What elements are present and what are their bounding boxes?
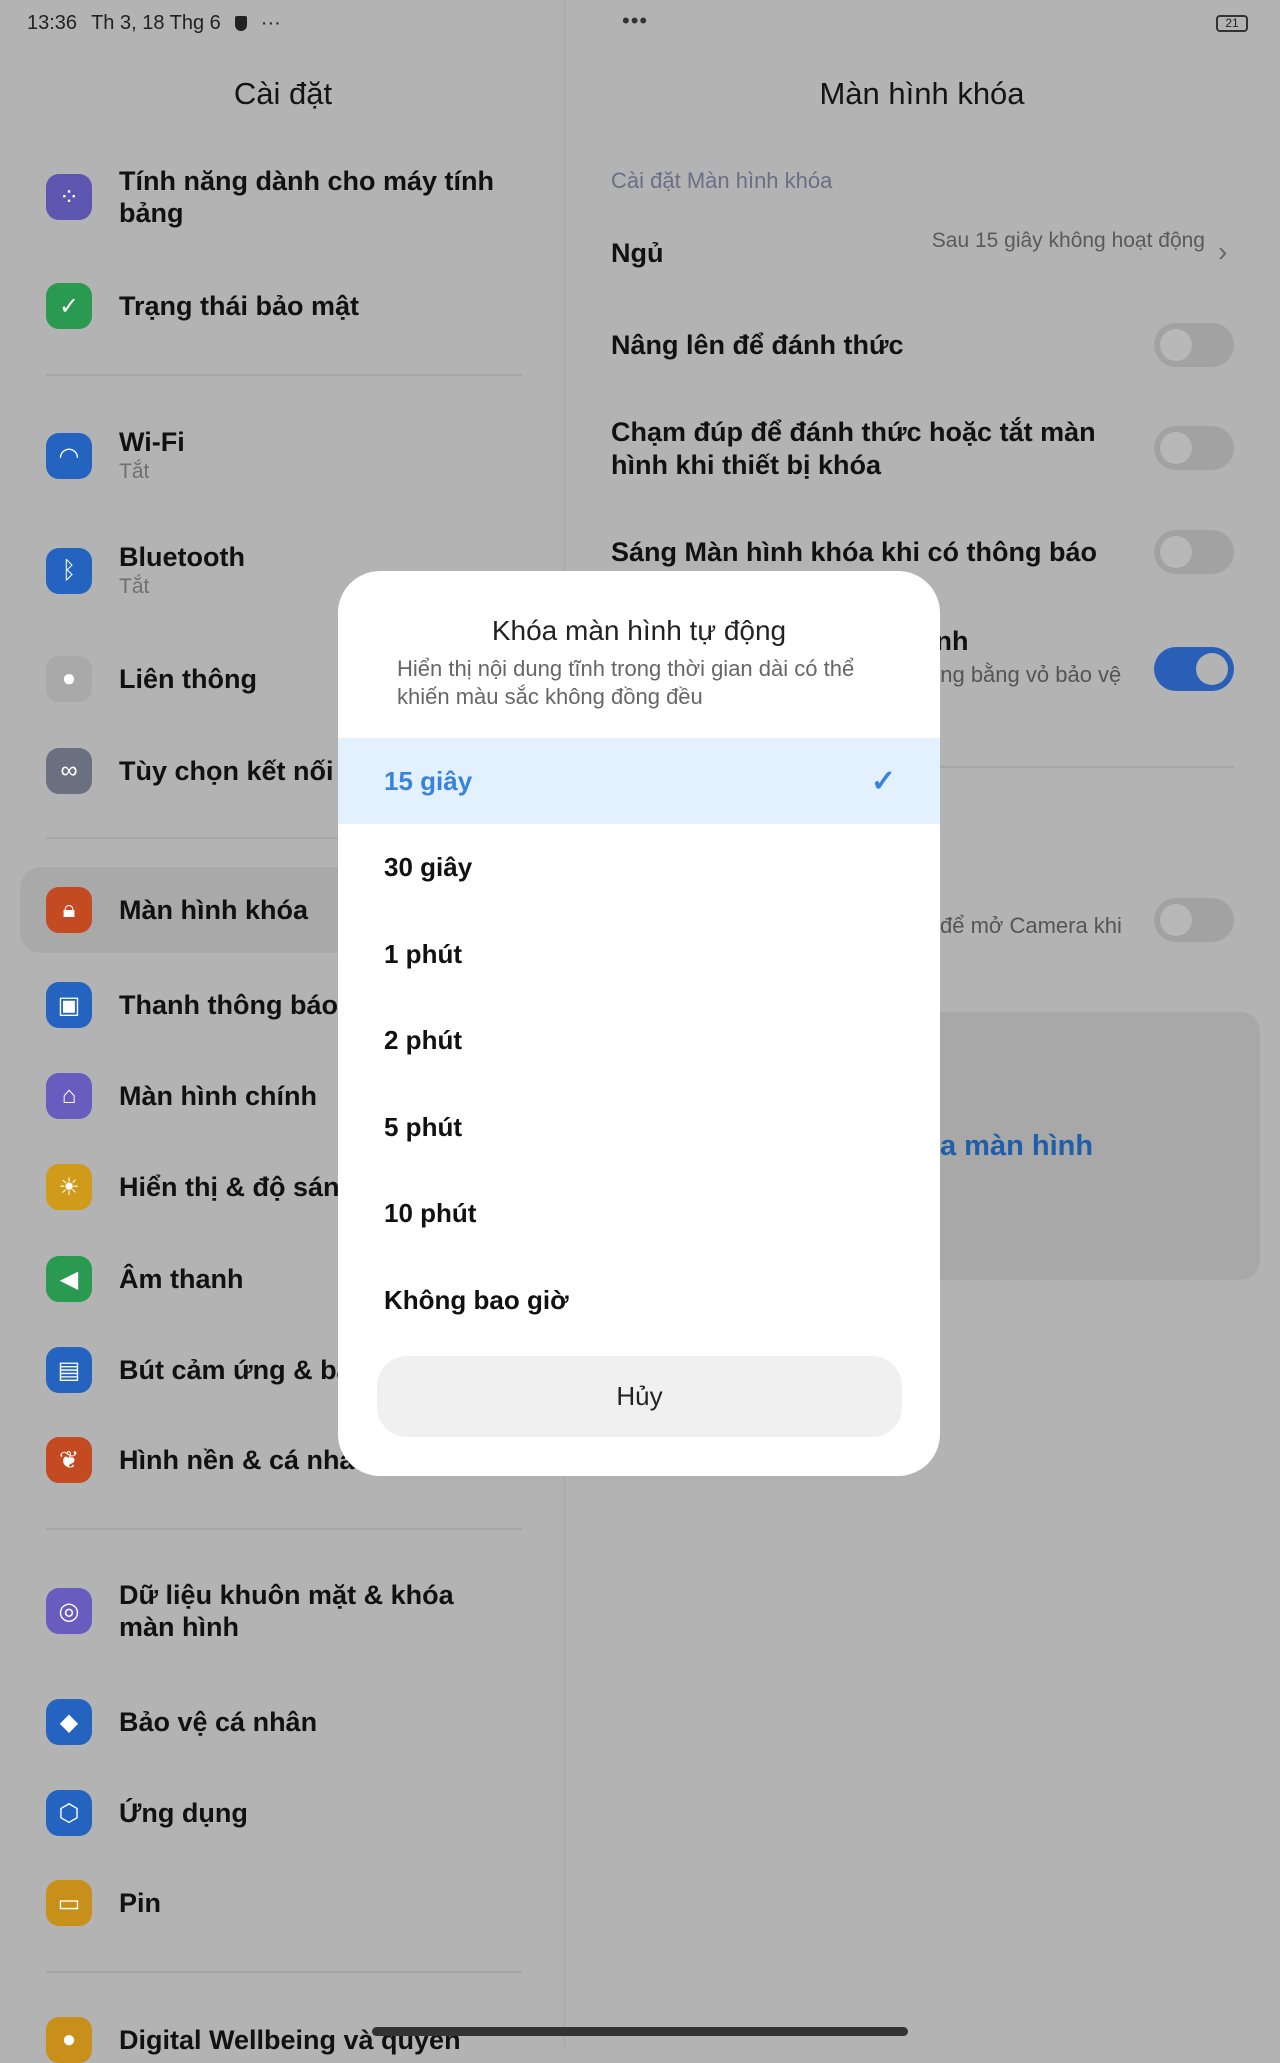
privacy-icon: ◆ [46, 1699, 92, 1745]
option-item[interactable]: 30 giây [338, 825, 940, 911]
sidebar-item-label: Âm thanh [119, 1264, 244, 1294]
more-notifications: ··· [260, 12, 281, 34]
wifi-icon: ◠ [46, 433, 92, 479]
sidebar-item-label: Wi-Fi [119, 427, 185, 457]
shield-icon: ✓ [46, 283, 92, 329]
sleep-value[interactable]: Sau 15 giây không hoạt động [930, 227, 1205, 254]
sidebar-item-label: Dữ liệu khuôn mặt & khóa màn hình [119, 1580, 454, 1642]
notification-wake-label: Sáng Màn hình khóa khi có thông báo [611, 537, 1097, 567]
option-item[interactable]: 5 phút [338, 1084, 940, 1170]
keyboard-icon: ▤ [46, 1347, 92, 1393]
sidebar-item[interactable]: ● Digital Wellbeing và quyền [20, 2017, 540, 2063]
option-item[interactable]: 1 phút [338, 911, 940, 997]
face-icon: ◎ [46, 1588, 92, 1634]
lock-icon: 🔒︎ [46, 887, 92, 933]
cancel-button[interactable]: Hủy [377, 1356, 902, 1437]
lock-screen-title: Màn hình khóa [819, 76, 1025, 111]
sidebar-item[interactable]: ⬡ Ứng dụng [20, 1790, 540, 1836]
double-tap-toggle[interactable] [1154, 426, 1234, 470]
auto-lock-dialog: Khóa màn hình tự động Hiển thị nội dung … [338, 571, 940, 1476]
sidebar-item-status: Tắt [119, 575, 150, 598]
divider [46, 1528, 522, 1530]
sidebar-item-label: Bút cảm ứng & bà [119, 1355, 352, 1385]
cover-sub: ộng bằng vỏ bảo vệ [928, 662, 1122, 687]
option-label: 15 giây [384, 765, 473, 796]
option-label: 5 phút [384, 1111, 462, 1142]
notification-wake-toggle[interactable] [1154, 530, 1234, 574]
date: Th 3, 18 Thg 6 [91, 12, 221, 34]
option-label: 10 phút [384, 1198, 477, 1228]
double-tap-label: Chạm đúp để đánh thức hoặc tắt màn hình … [611, 417, 1096, 480]
sidebar-item-label: Bluetooth [119, 542, 245, 572]
sidebar-item-label: Thanh thông báo [119, 990, 338, 1020]
option-label: 30 giây [384, 852, 473, 882]
sidebar-item[interactable]: ◠ Wi-Fi Tắt [20, 426, 540, 486]
check-icon: ✓ [870, 764, 896, 798]
option-label: 2 phút [384, 1025, 462, 1055]
option-label: Không bao giờ [384, 1284, 569, 1315]
speaker-icon: ◀ [46, 1256, 92, 1302]
wallpaper-icon: ❦ [46, 1437, 92, 1483]
camera-label: để mở Camera khi [940, 913, 1122, 938]
notification-icon: ▣ [46, 982, 92, 1028]
home-icon: ⌂ [46, 1073, 92, 1119]
tablet-features-icon: ⁘ [46, 174, 92, 220]
option-item[interactable]: Không bao giờ [338, 1257, 940, 1343]
divider [46, 1971, 522, 1973]
raise-to-wake-label: Nâng lên để đánh thức [611, 330, 904, 360]
sidebar-item-label: Màn hình chính [119, 1081, 317, 1111]
multiwindow-dots[interactable]: ••• [622, 8, 648, 34]
sidebar-item-label: Liên thông [119, 664, 257, 694]
dialog-subtitle: Hiển thị nội dung tĩnh trong thời gian d… [397, 656, 855, 709]
sidebar-item-label: Trạng thái bảo mật [119, 291, 360, 321]
wellbeing-icon: ● [46, 2017, 92, 2063]
option-item[interactable]: 2 phút [338, 998, 940, 1084]
section-header: Cài đặt Màn hình khóa [611, 168, 833, 193]
sidebar-item-label: Tính năng dành cho máy tính bảng [119, 166, 494, 228]
battery-icon: ▭ [46, 1880, 92, 1926]
settings-title: Cài đặt [233, 76, 333, 111]
battery-icon: 21 [1216, 15, 1248, 32]
dialog-title: Khóa màn hình tự động [491, 615, 787, 646]
sidebar-item[interactable]: ◆ Bảo vệ cá nhân [20, 1699, 540, 1745]
bluetooth-icon: ᛒ [46, 548, 92, 594]
sidebar-item[interactable]: ✓ Trạng thái bảo mật [20, 283, 540, 329]
sidebar-item-label: Pin [119, 1888, 162, 1918]
sleep-label[interactable]: Ngủ [611, 237, 663, 270]
option-item[interactable]: 10 phút [338, 1171, 940, 1257]
brightness-icon: ☀ [46, 1164, 92, 1210]
card-link[interactable]: a màn hình [940, 1130, 1093, 1163]
chevron-right-icon: › [1218, 236, 1228, 267]
cover-toggle[interactable] [1154, 647, 1234, 691]
camera-toggle[interactable] [1154, 898, 1234, 942]
option-item[interactable]: 15 giây ✓ [338, 738, 940, 824]
battery-level: 21 [1225, 16, 1239, 30]
sidebar-item-label: Ứng dụng [119, 1798, 248, 1828]
shield-status-icon [234, 16, 247, 31]
sidebar-item-label: Màn hình khóa [119, 895, 308, 925]
apps-icon: ⬡ [46, 1790, 92, 1836]
interconnect-icon: ● [46, 656, 92, 702]
status-bar: 13:36 Th 3, 18 Thg 6 ··· [27, 12, 281, 35]
home-indicator[interactable] [372, 2027, 908, 2036]
divider [46, 374, 522, 376]
sidebar-item-label: Hình nền & cá nhân [119, 1445, 372, 1475]
sidebar-item-label: Tùy chọn kết nối k [119, 756, 357, 786]
link-icon: ∞ [46, 748, 92, 794]
sidebar-item[interactable]: ▭ Pin [20, 1880, 540, 1926]
sidebar-item[interactable]: ◎ Dữ liệu khuôn mặt & khóa màn hình [20, 1579, 540, 1643]
sidebar-item[interactable]: ⁘ Tính năng dành cho máy tính bảng [20, 165, 540, 229]
raise-to-wake-toggle[interactable] [1154, 323, 1234, 367]
sidebar-item-label: Bảo vệ cá nhân [119, 1707, 318, 1737]
sidebar-item-status: Tắt [119, 460, 150, 483]
sidebar-item-label: Hiển thị & độ sáng [119, 1172, 357, 1202]
clock: 13:36 [27, 12, 78, 34]
option-label: 1 phút [384, 938, 462, 969]
